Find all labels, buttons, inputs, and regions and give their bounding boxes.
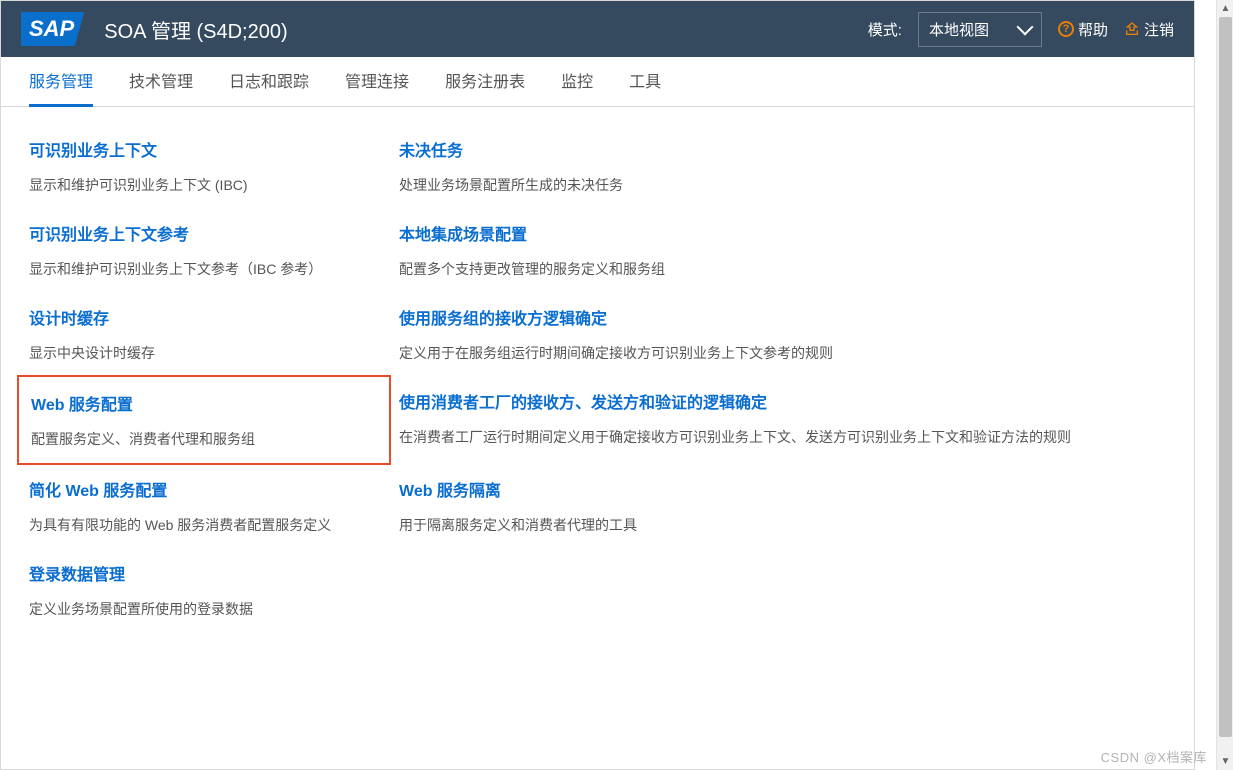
logout-link[interactable]: 注销 [1124, 19, 1174, 40]
desc-login-data: 定义业务场景配置所使用的登录数据 [29, 599, 379, 619]
desc-receiver-logic: 定义用于在服务组运行时期间确定接收方可识别业务上下文参考的规则 [399, 343, 1166, 363]
desc-ws-isolation: 用于隔离服务定义和消费者代理的工具 [399, 515, 1166, 535]
card-ibc-ref: 可识别业务上下文参考 显示和维护可识别业务上下文参考（IBC 参考） [29, 221, 379, 279]
help-link-label: 帮助 [1078, 19, 1108, 40]
link-pending-tasks[interactable]: 未决任务 [399, 137, 463, 161]
card-ws-isolation: Web 服务隔离 用于隔离服务定义和消费者代理的工具 [399, 477, 1166, 535]
chevron-down-icon [1016, 19, 1033, 36]
card-ibc: 可识别业务上下文 显示和维护可识别业务上下文 (IBC) [29, 137, 379, 195]
tab-tech-management[interactable]: 技术管理 [129, 56, 193, 107]
tab-monitor[interactable]: 监控 [561, 56, 593, 107]
tab-service-management[interactable]: 服务管理 [29, 56, 93, 107]
sap-logo: SAP [21, 12, 84, 46]
mode-label: 模式: [868, 19, 902, 40]
scrollbar-thumb[interactable] [1219, 17, 1232, 737]
watermark: CSDN @X档案库 [1101, 747, 1207, 766]
desc-ibc-ref: 显示和维护可识别业务上下文参考（IBC 参考） [29, 259, 379, 279]
logout-icon [1124, 21, 1140, 37]
link-login-data[interactable]: 登录数据管理 [29, 561, 125, 585]
link-receiver-logic[interactable]: 使用服务组的接收方逻辑确定 [399, 305, 607, 329]
link-design-cache[interactable]: 设计时缓存 [29, 305, 109, 329]
content-grid: 可识别业务上下文 显示和维护可识别业务上下文 (IBC) 未决任务 处理业务场景… [1, 107, 1194, 649]
link-ibc-ref[interactable]: 可识别业务上下文参考 [29, 221, 189, 245]
desc-simple-ws-config: 为具有有限功能的 Web 服务消费者配置服务定义 [29, 515, 379, 535]
card-web-service-config: Web 服务配置 配置服务定义、消费者代理和服务组 [29, 389, 379, 451]
tabs-bar: 服务管理 技术管理 日志和跟踪 管理连接 服务注册表 监控 工具 [1, 57, 1194, 107]
desc-local-scenario: 配置多个支持更改管理的服务定义和服务组 [399, 259, 1166, 279]
card-pending-tasks: 未决任务 处理业务场景配置所生成的未决任务 [399, 137, 1166, 195]
mode-select-value: 本地视图 [929, 19, 989, 40]
card-login-data: 登录数据管理 定义业务场景配置所使用的登录数据 [29, 561, 379, 619]
card-consumer-factory: 使用消费者工厂的接收方、发送方和验证的逻辑确定 在消费者工厂运行时期间定义用于确… [399, 389, 1166, 451]
tab-manage-connection[interactable]: 管理连接 [345, 56, 409, 107]
desc-pending-tasks: 处理业务场景配置所生成的未决任务 [399, 175, 1166, 195]
mode-select[interactable]: 本地视图 [918, 12, 1042, 47]
tab-service-registry[interactable]: 服务注册表 [445, 56, 525, 107]
link-web-service-config[interactable]: Web 服务配置 [31, 391, 133, 415]
link-local-scenario[interactable]: 本地集成场景配置 [399, 221, 527, 245]
desc-design-cache: 显示中央设计时缓存 [29, 343, 379, 363]
scrollbar-down-arrow-icon[interactable]: ▼ [1217, 753, 1233, 770]
help-icon: ? [1058, 21, 1074, 37]
tab-log-trace[interactable]: 日志和跟踪 [229, 56, 309, 107]
card-local-scenario: 本地集成场景配置 配置多个支持更改管理的服务定义和服务组 [399, 221, 1166, 279]
link-consumer-factory[interactable]: 使用消费者工厂的接收方、发送方和验证的逻辑确定 [399, 389, 767, 413]
desc-ibc: 显示和维护可识别业务上下文 (IBC) [29, 175, 379, 195]
desc-consumer-factory: 在消费者工厂运行时期间定义用于确定接收方可识别业务上下文、发送方可识别业务上下文… [399, 427, 1166, 447]
card-simple-ws-config: 简化 Web 服务配置 为具有有限功能的 Web 服务消费者配置服务定义 [29, 477, 379, 535]
outer-scrollbar[interactable]: ▲ ▼ [1216, 0, 1233, 770]
link-simple-ws-config[interactable]: 简化 Web 服务配置 [29, 477, 167, 501]
help-link[interactable]: ? 帮助 [1058, 19, 1108, 40]
card-design-cache: 设计时缓存 显示中央设计时缓存 [29, 305, 379, 363]
link-ws-isolation[interactable]: Web 服务隔离 [399, 477, 501, 501]
highlight-box: Web 服务配置 配置服务定义、消费者代理和服务组 [17, 375, 391, 465]
tab-tools[interactable]: 工具 [629, 56, 661, 107]
desc-web-service-config: 配置服务定义、消费者代理和服务组 [31, 429, 377, 449]
page-title: SOA 管理 (S4D;200) [104, 15, 287, 44]
app-header: SAP SOA 管理 (S4D;200) 模式: 本地视图 ? 帮助 注销 [1, 1, 1194, 57]
scrollbar-up-arrow-icon[interactable]: ▲ [1217, 0, 1233, 17]
link-ibc[interactable]: 可识别业务上下文 [29, 137, 157, 161]
logout-link-label: 注销 [1144, 19, 1174, 40]
card-receiver-logic: 使用服务组的接收方逻辑确定 定义用于在服务组运行时期间确定接收方可识别业务上下文… [399, 305, 1166, 363]
